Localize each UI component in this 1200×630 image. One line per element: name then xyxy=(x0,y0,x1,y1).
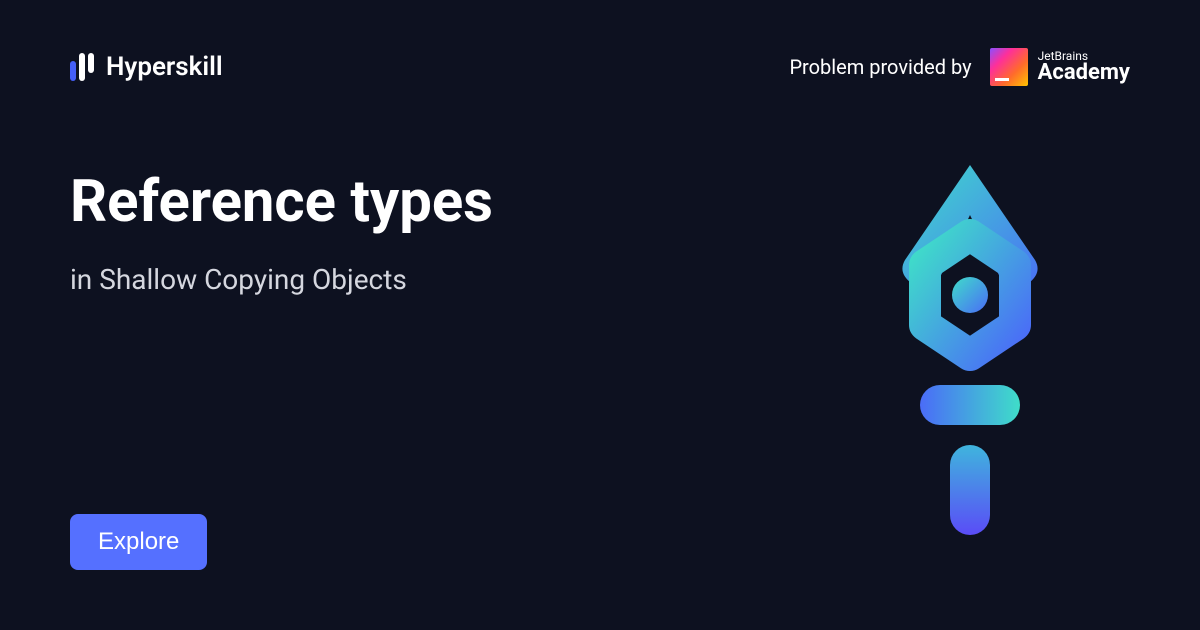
page-subtitle: in Shallow Copying Objects xyxy=(70,263,660,296)
page-title: Reference types xyxy=(70,171,660,235)
provider-label: Problem provided by xyxy=(789,55,971,79)
hyperskill-logo: Hyperskill xyxy=(70,52,223,82)
provider-group: Problem provided by JetBrains Academy xyxy=(789,48,1130,86)
explore-button[interactable]: Explore xyxy=(70,514,207,570)
pen-nib-icon xyxy=(870,160,1070,540)
jetbrains-academy-logo: JetBrains Academy xyxy=(990,48,1130,86)
jetbrains-icon xyxy=(990,48,1028,86)
header: Hyperskill Problem provided by JetBrains… xyxy=(0,0,1200,86)
jetbrains-text: JetBrains Academy xyxy=(1038,50,1130,84)
jetbrains-label-large: Academy xyxy=(1038,62,1130,84)
main-content: Reference types in Shallow Copying Objec… xyxy=(0,171,730,296)
hyperskill-logo-text: Hyperskill xyxy=(106,52,223,82)
hyperskill-icon xyxy=(70,53,94,81)
